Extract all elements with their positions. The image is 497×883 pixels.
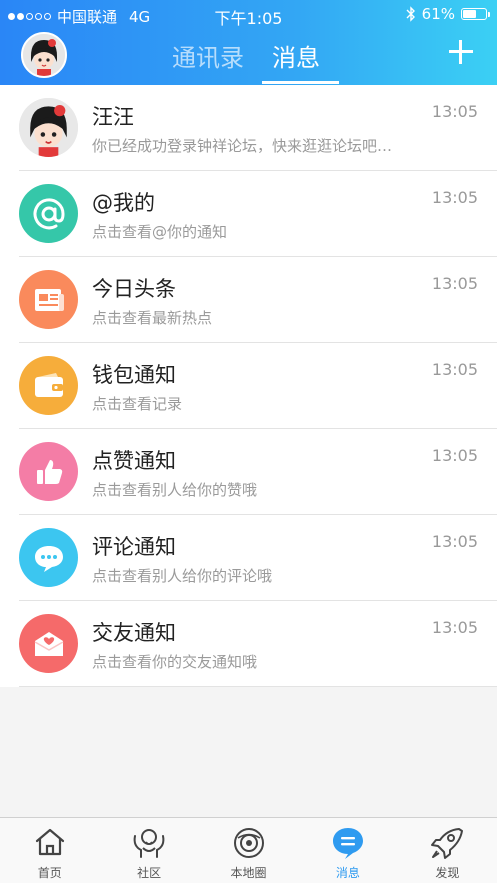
message-preview: 你已经成功登录钟祥论坛，快来逛逛论坛吧… [92, 137, 393, 155]
message-time: 13:05 [431, 446, 478, 465]
tabbar-label: 本地圈 [230, 866, 267, 880]
avatar [19, 98, 78, 157]
tabbar-item-local-circle[interactable]: 本地圈 [199, 818, 298, 883]
tabbar-label: 首页 [37, 866, 62, 880]
message-time: 13:05 [431, 274, 478, 293]
message-row-likes[interactable]: 点赞通知 点击查看别人给你的赞哦 13:05 [0, 429, 497, 515]
newspaper-icon [19, 270, 78, 329]
bluetooth-icon [406, 6, 415, 22]
message-time: 13:05 [431, 188, 478, 207]
girl-avatar-icon [19, 98, 78, 157]
message-title: 钱包通知 [92, 363, 176, 387]
bottom-tab-bar: 首页 社区 本地圈 消息 发现 [0, 817, 497, 883]
tab-messages[interactable]: 消息 [272, 38, 320, 73]
message-time: 13:05 [431, 102, 478, 121]
active-tab-indicator [262, 81, 339, 84]
message-preview: 点击查看别人给你的赞哦 [92, 481, 258, 499]
battery-icon [461, 8, 490, 20]
community-icon [133, 829, 165, 858]
message-list: 汪汪 你已经成功登录钟祥论坛，快来逛逛论坛吧… 13:05 @我的 点击查看@你… [0, 85, 497, 687]
message-preview: 点击查看你的交友通知哦 [92, 653, 258, 671]
wallet-icon [19, 356, 78, 415]
message-preview: 点击查看记录 [92, 395, 183, 413]
tabbar-item-home[interactable]: 首页 [0, 818, 99, 883]
user-avatar[interactable] [21, 32, 67, 78]
status-bar: 中国联通 4G 下午1:05 61% [0, 0, 497, 30]
message-preview: 点击查看@你的通知 [92, 223, 228, 241]
thumbs-up-icon [19, 442, 78, 501]
header-tabs: 通讯录 消息 [172, 38, 320, 73]
comment-icon [19, 528, 78, 587]
message-time: 13:05 [431, 618, 478, 637]
at-icon [19, 184, 78, 243]
tab-contacts[interactable]: 通讯录 [172, 38, 244, 73]
message-title: 点赞通知 [92, 449, 176, 473]
message-row-wangwang[interactable]: 汪汪 你已经成功登录钟祥论坛，快来逛逛论坛吧… 13:05 [0, 85, 497, 171]
girl-avatar-icon [23, 34, 65, 76]
message-time: 13:05 [431, 532, 478, 551]
message-time: 13:05 [431, 360, 478, 379]
message-title: 汪汪 [92, 105, 134, 129]
message-row-comments[interactable]: 评论通知 点击查看别人给你的评论哦 13:05 [0, 515, 497, 601]
message-row-wallet[interactable]: 钱包通知 点击查看记录 13:05 [0, 343, 497, 429]
message-title: 评论通知 [92, 535, 176, 559]
battery-percent: 61% [421, 5, 455, 23]
message-title: @我的 [92, 191, 155, 215]
message-row-headlines[interactable]: 今日头条 点击查看最新热点 13:05 [0, 257, 497, 343]
tabbar-label: 社区 [137, 866, 162, 880]
message-row-mentions[interactable]: @我的 点击查看@你的通知 13:05 [0, 171, 497, 257]
tabbar-label: 发现 [435, 866, 460, 880]
tabbar-item-community[interactable]: 社区 [99, 818, 198, 883]
home-icon [35, 828, 64, 856]
header: 中国联通 4G 下午1:05 61% 通讯录 消息 [0, 0, 497, 85]
message-preview: 点击查看别人给你的评论哦 [92, 567, 273, 585]
rocket-icon [431, 828, 464, 859]
tabbar-label: 消息 [335, 866, 360, 880]
divider [19, 686, 497, 687]
tabbar-item-discover[interactable]: 发现 [398, 818, 497, 883]
tabbar-item-messages[interactable]: 消息 [298, 818, 397, 883]
message-row-friends[interactable]: 交友通知 点击查看你的交友通知哦 13:05 [0, 601, 497, 687]
add-button[interactable] [447, 38, 475, 66]
message-preview: 点击查看最新热点 [92, 309, 213, 327]
message-title: 交友通知 [92, 621, 176, 645]
message-icon [332, 828, 363, 859]
message-title: 今日头条 [92, 277, 176, 301]
local-circle-icon [233, 828, 264, 858]
envelope-heart-icon [19, 614, 78, 673]
